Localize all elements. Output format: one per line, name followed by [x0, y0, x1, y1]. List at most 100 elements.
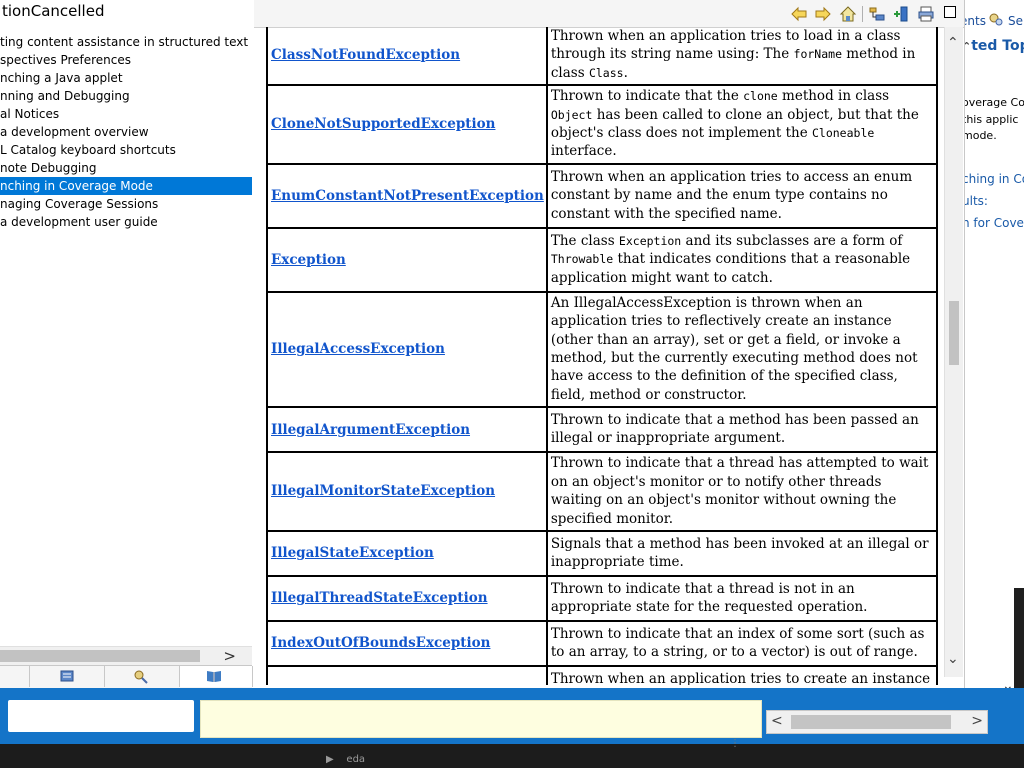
exception-row: InstantiationExceptionThrown when an app… — [266, 664, 938, 685]
tab-search-results[interactable] — [105, 666, 180, 687]
index-icon — [60, 670, 74, 682]
exception-name-cell: IndexOutOfBoundsException — [266, 619, 548, 667]
related-link-3[interactable]: h for Cover — [962, 216, 1024, 230]
exception-summary-table: ClassNotFoundException Thrown when an app… — [266, 27, 938, 685]
exception-link[interactable]: CloneNotSupportedException — [271, 116, 495, 132]
tab-index[interactable] — [30, 666, 105, 687]
toc-item[interactable]: al Notices — [0, 105, 252, 123]
background-white-field — [8, 700, 194, 732]
description-text: Thrown to indicate that a method has bee… — [550, 411, 919, 447]
exception-name-cell: IllegalStateException — [266, 529, 548, 577]
bookmark-add-icon[interactable] — [892, 5, 910, 23]
scroll-right-icon[interactable]: > — [971, 713, 983, 729]
exception-description-cell: Thrown when an application tries to crea… — [545, 664, 938, 685]
exception-description-cell: Thrown when an application tries to acce… — [545, 162, 938, 229]
exception-link[interactable]: IllegalArgumentException — [271, 422, 470, 438]
exception-link[interactable]: ClassNotFoundException — [271, 47, 460, 63]
exception-link[interactable]: IllegalMonitorStateException — [271, 483, 495, 499]
toc-item[interactable]: L Catalog keyboard shortcuts — [0, 141, 252, 159]
toc-item[interactable]: note Debugging — [0, 159, 252, 177]
tab-bookmarks[interactable] — [180, 666, 253, 687]
toc-title: tionCancelled — [2, 2, 105, 20]
exception-description-cell: Thrown to indicate that a thread has att… — [545, 451, 938, 532]
toc-item[interactable]: naging Coverage Sessions — [0, 195, 252, 213]
exception-row: IllegalMonitorStateException Thrown to in… — [266, 451, 938, 532]
content-scroll-thumb[interactable] — [949, 301, 959, 365]
exception-description-cell: Thrown to indicate that an index of some… — [545, 619, 938, 667]
exception-row: CloneNotSupportedException Thrown to indi… — [266, 84, 938, 165]
toc-item-selected[interactable]: nching in Coverage Mode — [0, 177, 252, 195]
related-text-line-2: this applic — [962, 113, 1019, 126]
exception-description-cell: Thrown when an application tries to load… — [545, 27, 938, 87]
tab-contents[interactable] — [0, 666, 30, 687]
exception-name-cell: Exception — [266, 226, 548, 293]
description-text: Thrown to indicate that a thread is not … — [550, 580, 868, 615]
print-icon[interactable] — [917, 5, 935, 23]
description-text: Thrown when an application tries to crea… — [550, 670, 931, 685]
exception-link[interactable]: IndexOutOfBoundsException — [271, 635, 490, 651]
exception-row: IllegalStateException Signals that a meth… — [266, 529, 938, 577]
toc-item[interactable]: a development user guide — [0, 213, 252, 231]
exception-row: IndexOutOfBoundsException Thrown to indic… — [266, 619, 938, 667]
related-link-2[interactable]: ults: — [962, 194, 988, 208]
exception-description-cell: The class Exception and its subclasses a… — [545, 226, 938, 293]
exception-link[interactable]: Exception — [271, 252, 346, 268]
toc-item[interactable]: ting content assistance in structured te… — [0, 33, 252, 51]
toc-item[interactable]: nning and Debugging — [0, 87, 252, 105]
scroll-up-icon[interactable]: ⌃ — [947, 35, 959, 51]
scroll-left-icon[interactable]: < — [771, 713, 783, 729]
content-vertical-scrollbar[interactable]: ⌃ ⌄ — [944, 27, 963, 677]
toc-item[interactable]: spectives Preferences — [0, 51, 252, 69]
exception-row: ClassNotFoundException Thrown when an app… — [266, 27, 938, 87]
search-help-icon[interactable] — [988, 12, 1004, 28]
exception-name-cell: IllegalArgumentException — [266, 406, 548, 454]
exception-link[interactable]: IllegalThreadStateException — [271, 590, 488, 606]
related-link-1[interactable]: ching in Co — [962, 172, 1024, 186]
exception-description-cell: Thrown to indicate that the clone method… — [545, 84, 938, 165]
code-fragment: Exception — [618, 233, 682, 248]
exception-row: IllegalAccessException An IllegalAccessEx… — [266, 290, 938, 409]
exception-link[interactable]: EnumConstantNotPresentException — [271, 188, 544, 204]
background-dark-panel: ⌄ — [964, 588, 1024, 694]
home-icon[interactable] — [839, 5, 857, 23]
exception-description-cell: An IllegalAccessException is thrown when… — [545, 290, 938, 409]
background-horizontal-scrollbar[interactable]: < > — [766, 710, 988, 734]
description-text: interface. — [550, 143, 617, 160]
related-text-line-1: overage Co — [962, 96, 1024, 109]
toc-list: ting content assistance in structured te… — [0, 33, 252, 231]
code-fragment: Class — [588, 65, 624, 80]
description-text: Thrown to indicate that the — [550, 88, 744, 105]
scroll-thumb[interactable] — [791, 715, 951, 729]
maximize-icon[interactable] — [944, 6, 956, 18]
description-text: Thrown to indicate that an index of some… — [550, 625, 925, 660]
play-icon: ▶ — [326, 754, 334, 765]
toc-horizontal-scrollbar[interactable]: > — [0, 646, 252, 665]
splitter-handle[interactable]: ⋮ — [730, 738, 740, 749]
description-text: and its subclasses are a form of — [681, 232, 903, 249]
scroll-right-icon[interactable]: > — [223, 647, 236, 665]
exception-row: EnumConstantNotPresentException Thrown wh… — [266, 162, 938, 229]
exception-description-cell: Signals that a method has been invoked a… — [545, 529, 938, 577]
exception-row: IllegalThreadStateException Thrown to ind… — [266, 574, 938, 622]
exception-link[interactable]: IllegalAccessException — [271, 341, 445, 357]
background-search-tab[interactable]: Se — [1008, 14, 1023, 28]
show-in-toc-icon[interactable] — [868, 5, 886, 23]
toc-item[interactable]: nching a Java applet — [0, 69, 252, 87]
forward-arrow-icon[interactable] — [814, 5, 832, 23]
description-text: The class — [550, 232, 619, 249]
taskbar-item[interactable]: ▶ eda — [326, 754, 365, 765]
content-pane: ClassNotFoundException Thrown when an app… — [254, 0, 965, 688]
toolbar-separator — [862, 6, 863, 22]
related-text-line-3: mode. — [962, 129, 997, 142]
exception-name-cell: InstantiationException — [266, 664, 548, 685]
content-toolbar — [254, 0, 964, 28]
toc-item[interactable]: a development overview — [0, 123, 252, 141]
exception-link[interactable]: IllegalStateException — [271, 545, 434, 561]
scroll-down-icon[interactable]: ⌄ — [947, 651, 959, 667]
search-results-icon — [134, 670, 148, 684]
code-fragment: Throwable — [550, 252, 614, 267]
exception-name-cell: IllegalThreadStateException — [266, 574, 548, 622]
back-arrow-icon[interactable] — [790, 5, 808, 23]
toc-scroll-thumb[interactable] — [0, 650, 200, 662]
description-text: Thrown when an application tries to acce… — [550, 168, 913, 222]
